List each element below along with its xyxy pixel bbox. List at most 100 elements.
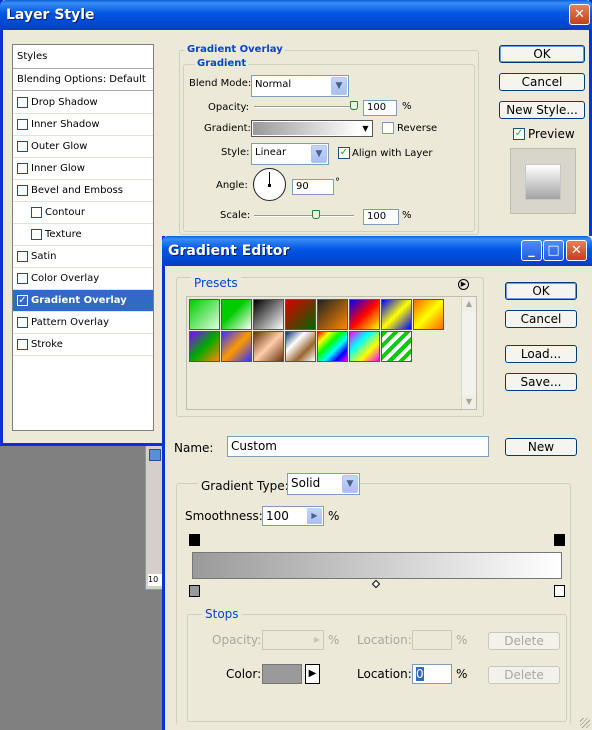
presets-grid: ▲ ▼	[186, 296, 477, 410]
blending-options-item[interactable]: Blending Options: Default	[13, 69, 153, 91]
reverse-checkbox[interactable]	[382, 122, 394, 134]
style-item-texture[interactable]: Texture	[13, 224, 153, 246]
color-stop-right[interactable]	[554, 585, 565, 597]
save-button[interactable]: Save...	[505, 373, 577, 391]
chevron-down-icon: ▼	[331, 77, 347, 95]
style-item-drop-shadow[interactable]: Drop Shadow	[13, 92, 153, 114]
presets-scrollbar[interactable]: ▲ ▼	[461, 297, 476, 409]
opacity-slider-thumb[interactable]	[350, 101, 358, 110]
layer-style-ok-button[interactable]: OK	[499, 45, 585, 63]
color-stop-left[interactable]	[189, 585, 200, 597]
minimize-icon: _	[528, 243, 535, 258]
gradient-dropdown-icon[interactable]: ▼	[360, 122, 371, 135]
opacity-stop-right[interactable]	[554, 534, 565, 546]
resize-grip-icon[interactable]	[580, 718, 590, 728]
gradient-type-label: Gradient Type:	[198, 479, 292, 493]
preset-transparent-rainbow[interactable]	[349, 331, 380, 362]
preset-violet-green-orange[interactable]	[189, 331, 220, 362]
smoothness-input[interactable]: 100 ▶	[262, 506, 324, 526]
preset-violet-orange[interactable]	[317, 299, 348, 330]
stroke-checkbox[interactable]	[17, 339, 28, 350]
outer-glow-checkbox[interactable]	[17, 141, 28, 152]
opacity-location-percent: %	[456, 633, 468, 647]
pattern-overlay-checkbox[interactable]	[17, 317, 28, 328]
preset-yellow-violet-orange-blue[interactable]	[221, 331, 252, 362]
layer-style-title: Layer Style	[6, 7, 95, 23]
style-item-gradient-overlay[interactable]: ✓ Gradient Overlay	[13, 290, 153, 312]
styles-header[interactable]: Styles	[13, 45, 153, 69]
opacity-stop-left[interactable]	[189, 534, 200, 546]
chevron-down-icon: ▼	[342, 475, 358, 493]
gradient-type-select[interactable]: Solid ▼	[287, 473, 360, 495]
opacity-input[interactable]: 100	[363, 100, 397, 116]
align-with-layer-checkbox[interactable]: ✓	[338, 147, 350, 159]
satin-checkbox[interactable]	[17, 251, 28, 262]
style-select[interactable]: Linear ▼	[251, 143, 329, 165]
preset-black-white[interactable]	[253, 299, 284, 330]
degree-symbol: °	[335, 177, 340, 188]
style-item-inner-glow[interactable]: Inner Glow	[13, 158, 153, 180]
gradient-bar[interactable]	[192, 552, 562, 579]
minimize-button[interactable]: _	[521, 240, 542, 261]
drop-shadow-checkbox[interactable]	[17, 97, 28, 108]
scale-slider-track[interactable]	[254, 215, 354, 217]
preset-foreground-to-background[interactable]	[189, 299, 220, 330]
gradient-editor-ok-button[interactable]: OK	[505, 282, 577, 300]
style-item-contour[interactable]: Contour	[13, 202, 153, 224]
gradient-editor-close-button[interactable]: ✕	[566, 240, 587, 261]
preset-spectrum[interactable]	[317, 331, 348, 362]
preset-transparent-stripes[interactable]	[381, 331, 412, 362]
stop-color-swatch[interactable]	[262, 664, 302, 684]
scroll-down-icon[interactable]: ▼	[462, 395, 476, 409]
color-overlay-checkbox[interactable]	[17, 273, 28, 284]
gradient-editor-cancel-button[interactable]: Cancel	[505, 310, 577, 328]
inner-glow-checkbox[interactable]	[17, 163, 28, 174]
scale-input[interactable]: 100	[363, 209, 399, 225]
stop-color-arrow-icon[interactable]: ▶	[305, 664, 320, 684]
scale-slider-thumb[interactable]	[312, 210, 320, 219]
layer-style-cancel-button[interactable]: Cancel	[499, 73, 585, 91]
name-input[interactable]: Custom	[227, 436, 489, 457]
preset-chrome[interactable]	[285, 331, 316, 362]
style-item-stroke[interactable]: Stroke	[13, 334, 153, 356]
style-item-inner-shadow[interactable]: Inner Shadow	[13, 114, 153, 136]
style-item-outer-glow[interactable]: Outer Glow	[13, 136, 153, 158]
layer-style-close-button[interactable]: ✕	[569, 4, 590, 25]
preset-copper[interactable]	[253, 331, 284, 362]
presets-menu-icon[interactable]: ▶	[458, 279, 469, 290]
stops-label: Stops	[202, 607, 242, 621]
gradient-preview-field[interactable]: ▼	[251, 120, 373, 137]
gradient-overlay-checkbox[interactable]: ✓	[17, 295, 28, 306]
contour-checkbox[interactable]	[31, 207, 42, 218]
style-item-pattern-overlay[interactable]: Pattern Overlay	[13, 312, 153, 334]
style-label: Style:	[221, 147, 250, 158]
texture-checkbox[interactable]	[31, 229, 42, 240]
scroll-up-icon[interactable]: ▲	[462, 297, 476, 311]
blend-mode-label: Blend Mode:	[189, 78, 252, 89]
smoothness-arrow-icon[interactable]: ▶	[307, 508, 322, 524]
inner-shadow-checkbox[interactable]	[17, 119, 28, 130]
preview-checkbox[interactable]: ✓	[513, 128, 525, 140]
preset-blue-red-yellow[interactable]	[349, 299, 380, 330]
angle-dial[interactable]	[253, 168, 286, 201]
maximize-button[interactable]: □	[543, 240, 564, 261]
color-location-input[interactable]: 0	[412, 664, 452, 684]
new-gradient-button[interactable]: New	[505, 438, 577, 456]
style-item-bevel-emboss[interactable]: Bevel and Emboss	[13, 180, 153, 202]
angle-input[interactable]: 90	[292, 179, 334, 195]
background-window-field: 10	[148, 574, 162, 586]
preset-blue-yellow-blue[interactable]	[381, 299, 412, 330]
load-button[interactable]: Load...	[505, 345, 577, 363]
section-title: Gradient Overlay	[185, 44, 285, 55]
maximize-icon: □	[547, 243, 560, 258]
bevel-emboss-checkbox[interactable]	[17, 185, 28, 196]
new-style-button[interactable]: New Style...	[499, 101, 585, 119]
preset-red-green[interactable]	[285, 299, 316, 330]
style-item-color-overlay[interactable]: Color Overlay	[13, 268, 153, 290]
preset-orange-yellow-orange[interactable]	[413, 299, 444, 330]
color-delete-button: Delete	[488, 666, 560, 684]
preset-foreground-to-transparent[interactable]	[221, 299, 252, 330]
style-item-satin[interactable]: Satin	[13, 246, 153, 268]
blend-mode-select[interactable]: Normal ▼	[251, 75, 349, 97]
opacity-slider-track[interactable]	[254, 106, 356, 108]
